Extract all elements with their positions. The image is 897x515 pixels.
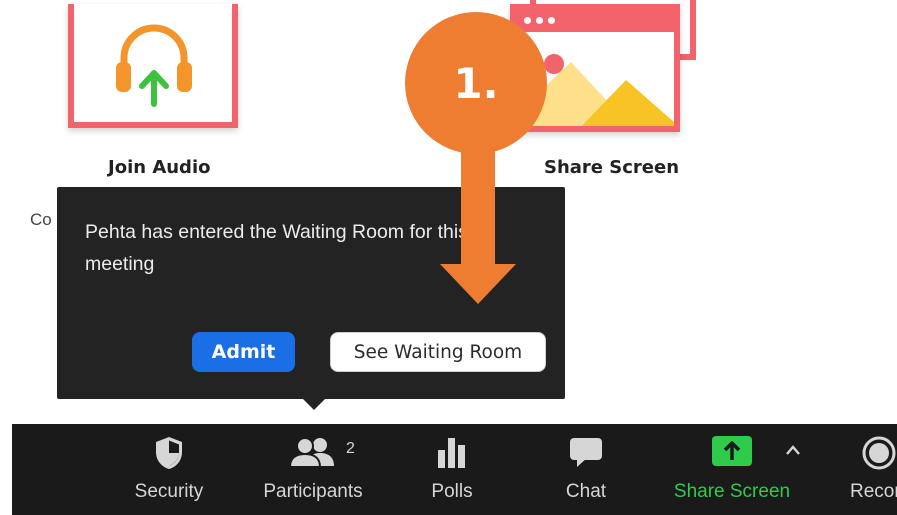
participants-count: 2	[346, 440, 355, 457]
admit-button[interactable]: Admit	[192, 332, 295, 372]
participants-button[interactable]: 2 Participants	[252, 424, 374, 515]
participants-label: Participants	[263, 481, 363, 502]
chevron-up-icon[interactable]	[785, 444, 801, 456]
share-screen-button[interactable]: Share Screen	[670, 424, 794, 515]
chat-label: Chat	[565, 481, 607, 502]
security-label: Security	[134, 481, 204, 502]
truncated-text: Co	[30, 210, 52, 229]
meeting-toolbar: Security 2 Participants Polls Chat Share…	[12, 424, 897, 515]
chat-button[interactable]: Chat	[560, 424, 612, 515]
security-button[interactable]: Security	[129, 424, 209, 515]
headphone-icon	[116, 24, 192, 107]
see-waiting-room-button[interactable]: See Waiting Room	[330, 332, 546, 372]
bar-chart-icon	[438, 438, 465, 468]
shield-icon	[156, 437, 182, 469]
record-label: Recor	[850, 481, 897, 502]
participants-icon	[290, 437, 334, 468]
polls-button[interactable]: Polls	[422, 424, 482, 515]
polls-label: Polls	[431, 481, 473, 502]
join-audio-label: Join Audio	[108, 157, 211, 178]
window-dot-icon	[524, 17, 531, 24]
chat-bubble-icon	[570, 438, 602, 467]
record-button[interactable]: Recor	[842, 424, 897, 515]
step-callout: 1.	[405, 12, 547, 154]
notification-pointer	[302, 398, 326, 410]
arrow-down-icon	[440, 140, 516, 304]
join-audio-tile[interactable]	[68, 4, 238, 128]
window-titlebar	[516, 10, 674, 32]
share-screen-toolbar-label: Share Screen	[673, 481, 791, 502]
record-icon	[862, 436, 896, 470]
share-screen-icon	[712, 436, 752, 466]
window-dot-icon	[548, 17, 555, 24]
share-screen-label: Share Screen	[544, 157, 680, 178]
window-dot-icon	[536, 17, 543, 24]
